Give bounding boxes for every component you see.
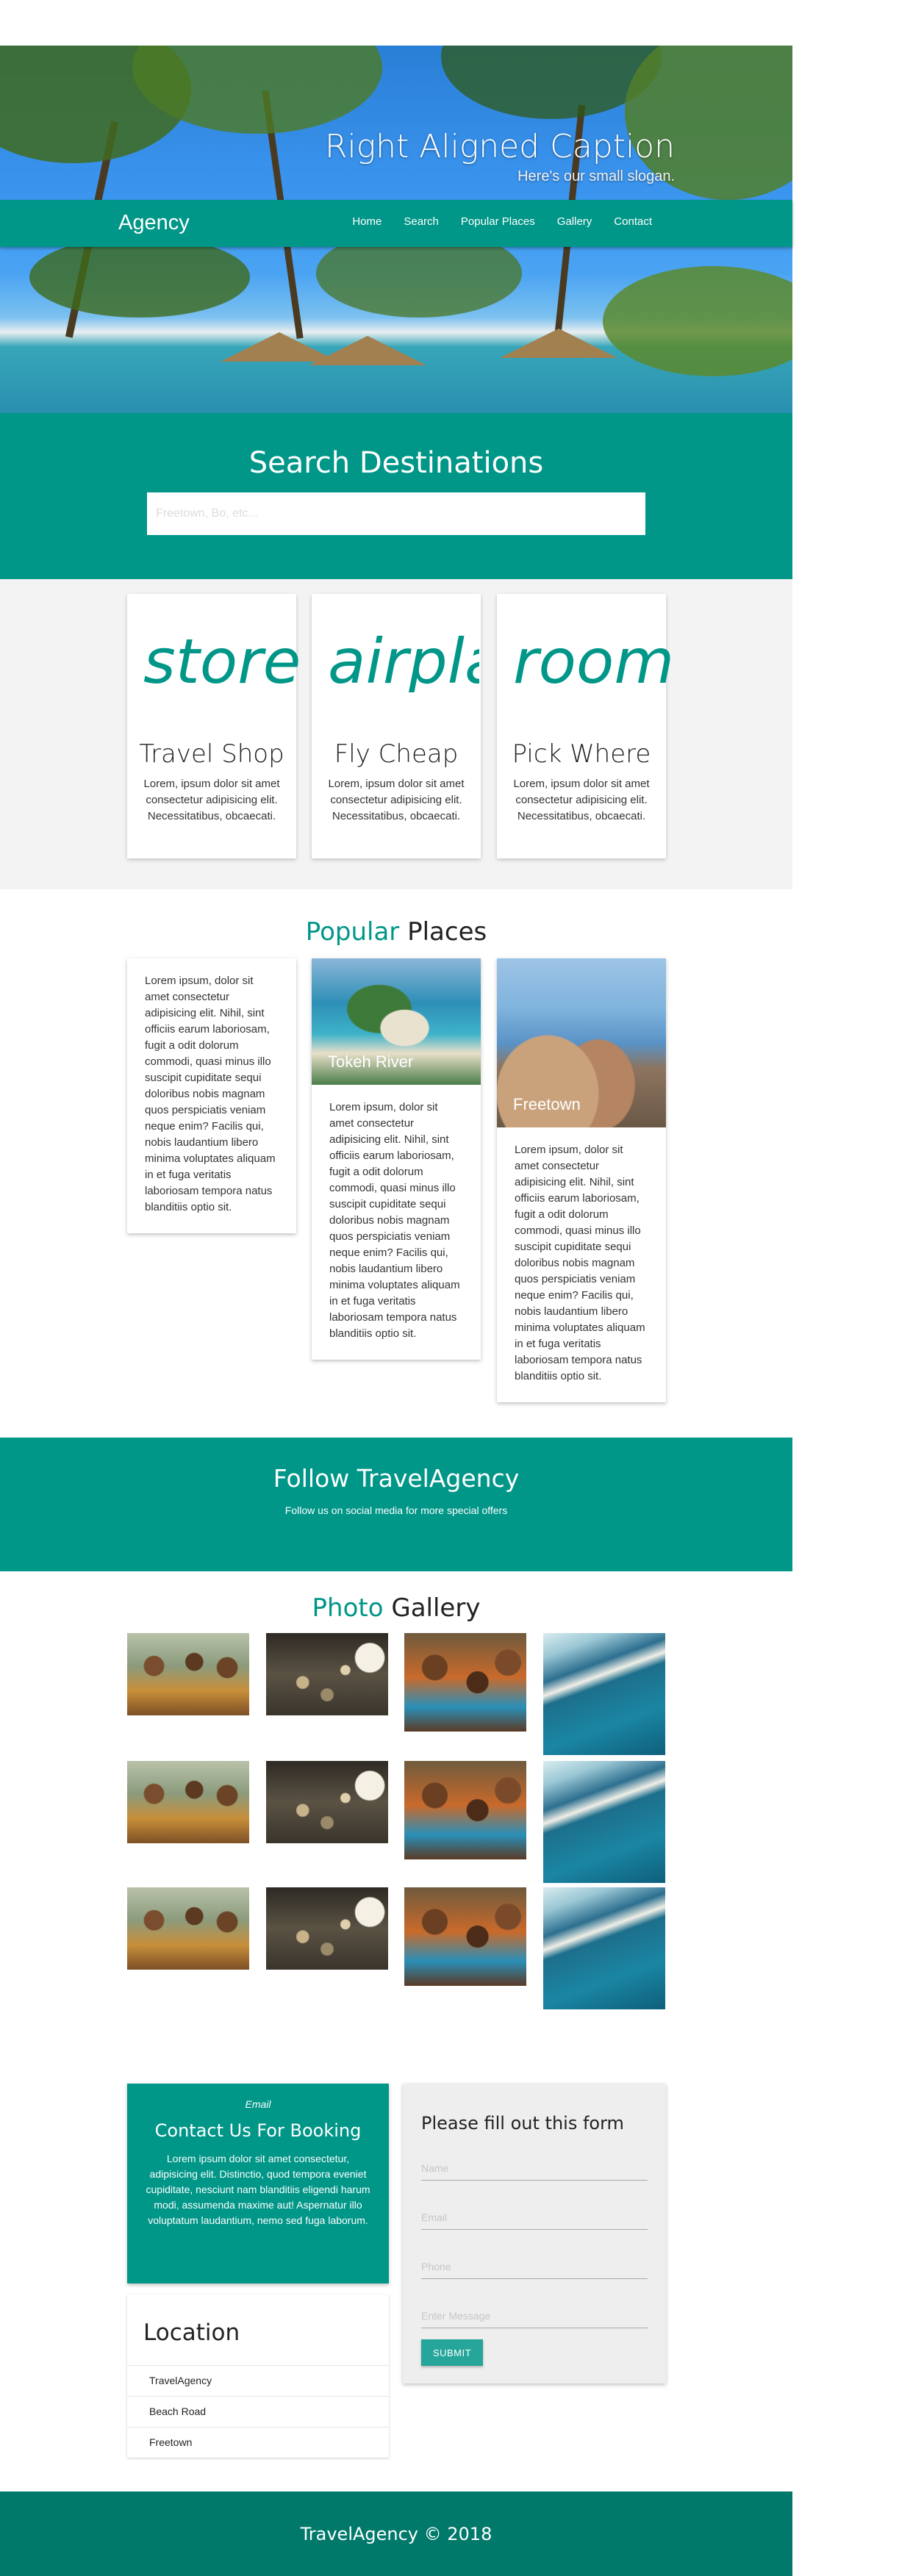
navbar: Agency Home Search Popular Places Galler… xyxy=(0,200,792,247)
gallery-image-shells[interactable] xyxy=(266,1633,388,1715)
popular-card-text-body: Lorem ipsum, dolor sit amet consectetur … xyxy=(145,975,276,1213)
freetown-image: Freetown xyxy=(497,958,666,1127)
location-item: Beach Road xyxy=(127,2396,389,2427)
gallery-image-crowd[interactable] xyxy=(404,1761,526,1859)
gallery-title-accent: Photo xyxy=(312,1593,384,1623)
feature-title: Pick Where xyxy=(512,739,651,769)
nav-link-contact[interactable]: Contact xyxy=(603,215,663,228)
location-title: Location xyxy=(143,2320,240,2346)
location-item: Freetown xyxy=(127,2427,389,2458)
phone-field[interactable] xyxy=(421,2254,648,2279)
search-title: Search Destinations xyxy=(248,446,544,480)
tokeh-river-image: Tokeh River xyxy=(312,958,481,1085)
popular-title-rest: Places xyxy=(407,917,487,947)
form-title: Please fill out this form xyxy=(421,2113,624,2134)
hero-slogan: Here's our small slogan. xyxy=(517,168,675,184)
name-field[interactable] xyxy=(421,2156,648,2181)
footer-text: TravelAgency © 2018 xyxy=(300,2524,493,2544)
popular-card-tokeh-river[interactable]: Tokeh River Lorem ipsum, dolor sit amet … xyxy=(312,958,481,1360)
gallery-image-beach[interactable] xyxy=(543,1633,665,1755)
gallery-image-beach[interactable] xyxy=(543,1761,665,1883)
gallery-title: Photo Gallery xyxy=(0,1593,792,1623)
contact-desc: Lorem ipsum dolor sit amet consectetur, … xyxy=(146,2153,370,2226)
contact-panel: Email Contact Us For Booking Lorem ipsum… xyxy=(127,2084,389,2283)
message-field[interactable] xyxy=(421,2303,648,2328)
footer: TravelAgency © 2018 xyxy=(0,2491,792,2576)
feature-title: Fly Cheap xyxy=(334,739,459,769)
gallery-image-shells[interactable] xyxy=(266,1887,388,1970)
hero-caption: Right Aligned Caption xyxy=(324,128,675,165)
gallery-image-children[interactable] xyxy=(127,1633,249,1715)
gallery-image-beach[interactable] xyxy=(543,1887,665,2009)
gallery-image-children[interactable] xyxy=(127,1761,249,1843)
email-field[interactable] xyxy=(421,2205,648,2230)
popular-title-accent: Popular xyxy=(305,917,400,947)
brand-logo[interactable]: Agency xyxy=(118,211,190,235)
feature-card-fly-cheap: airplanemode_active Fly Cheap Lorem, ips… xyxy=(312,594,481,858)
contact-email-label[interactable]: Email xyxy=(127,2098,389,2110)
search-input[interactable] xyxy=(147,492,645,535)
search-section: Search Destinations xyxy=(0,413,792,579)
popular-title: Popular Places xyxy=(0,917,792,947)
gallery-image-crowd[interactable] xyxy=(404,1887,526,1986)
nav-link-gallery[interactable]: Gallery xyxy=(546,215,603,228)
follow-subtitle: Follow us on social media for more speci… xyxy=(284,1504,508,1516)
feature-desc: Lorem, ipsum dolor sit amet consectetur … xyxy=(328,778,465,822)
popular-card-text: Lorem ipsum, dolor sit amet consectetur … xyxy=(127,958,296,1233)
submit-button[interactable]: SUBMIT xyxy=(421,2339,483,2366)
popular-card-body: Lorem ipsum, dolor sit amet consectetur … xyxy=(329,1101,460,1340)
contact-title: Contact Us For Booking xyxy=(154,2120,362,2141)
nav-link-home[interactable]: Home xyxy=(341,215,393,228)
follow-title: Follow TravelAgency xyxy=(273,1464,520,1493)
room-icon: room xyxy=(513,625,675,697)
feature-card-pick-where: room Pick Where Lorem, ipsum dolor sit a… xyxy=(497,594,674,858)
gallery-image-children[interactable] xyxy=(127,1887,249,1970)
gallery-image-shells[interactable] xyxy=(266,1761,388,1843)
follow-banner: Follow TravelAgency Follow us on social … xyxy=(0,1438,792,1571)
gallery-image-crowd[interactable] xyxy=(404,1633,526,1732)
popular-card-freetown[interactable]: Freetown Lorem ipsum, dolor sit amet con… xyxy=(497,958,666,1402)
features-section: store Travel Shop Lorem, ipsum dolor sit… xyxy=(0,579,792,889)
nav-link-search[interactable]: Search xyxy=(393,215,450,228)
feature-title: Travel Shop xyxy=(139,739,284,769)
feature-card-travel-shop: store Travel Shop Lorem, ipsum dolor sit… xyxy=(127,594,301,858)
nav-menu: Home Search Popular Places Gallery Conta… xyxy=(341,215,663,228)
location-panel: Location TravelAgency Beach Road Freetow… xyxy=(127,2295,389,2458)
feature-desc: Lorem, ipsum dolor sit amet consectetur … xyxy=(143,778,280,822)
gallery-title-rest: Gallery xyxy=(391,1593,481,1623)
nav-link-popular-places[interactable]: Popular Places xyxy=(450,215,546,228)
store-icon: store xyxy=(143,625,301,697)
freetown-caption: Freetown xyxy=(513,1095,581,1113)
tokeh-river-caption: Tokeh River xyxy=(328,1052,414,1071)
airplane-icon: airplanemode_active xyxy=(328,631,479,692)
popular-card-body: Lorem ipsum, dolor sit amet consectetur … xyxy=(515,1144,645,1382)
booking-form: Please fill out this form SUBMIT xyxy=(403,2084,666,2383)
location-item: TravelAgency xyxy=(127,2365,389,2396)
feature-desc: Lorem, ipsum dolor sit amet consectetur … xyxy=(513,778,650,822)
